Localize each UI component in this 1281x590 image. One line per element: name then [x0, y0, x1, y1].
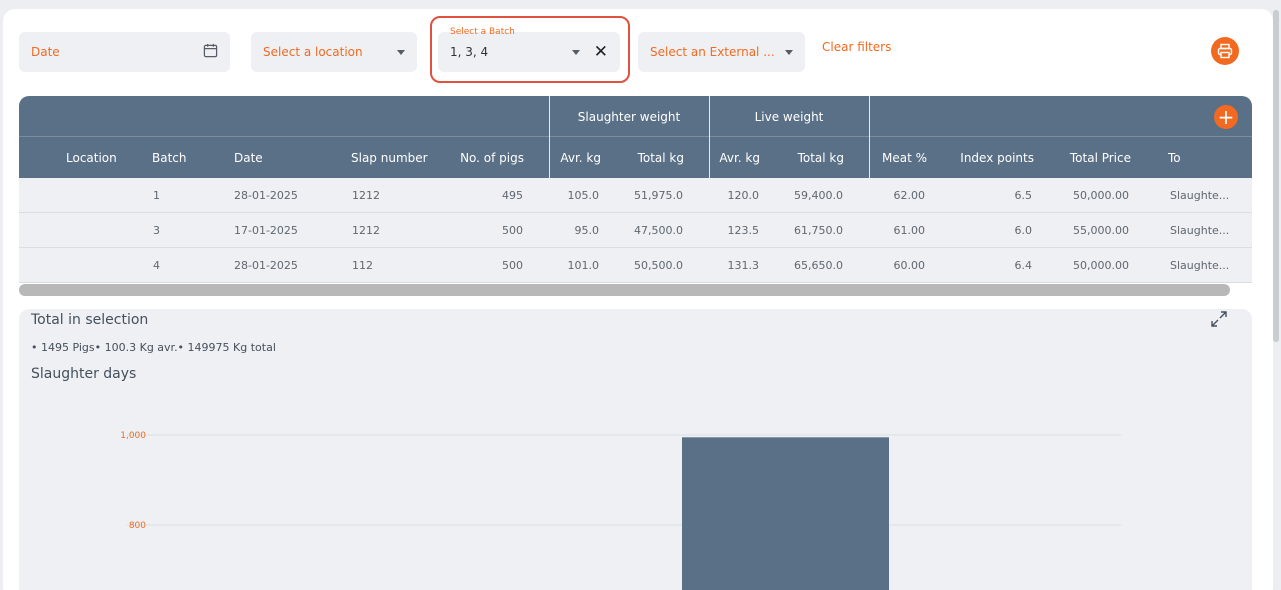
cell-live-avr: 131.3 — [727, 258, 760, 272]
cell-batch: 4 — [153, 258, 160, 272]
location-select[interactable]: Select a location — [251, 32, 417, 72]
chart-bar[interactable] — [682, 437, 889, 590]
cell-batch: 3 — [153, 223, 160, 237]
external-select-label: Select an External ... — [650, 45, 775, 59]
cell-meat-pct: 62.00 — [893, 188, 926, 202]
col-to[interactable]: To — [1168, 137, 1181, 178]
batches-table: Slaughter weight Live weight + Location … — [19, 96, 1252, 286]
date-filter-label: Date — [31, 45, 60, 59]
plus-icon: + — [1217, 105, 1235, 129]
add-row-button[interactable]: + — [1214, 105, 1238, 129]
cell-slaughter-total: 47,500.0 — [634, 223, 683, 237]
cell-slap-number: 1212 — [352, 223, 380, 237]
col-meat-pct[interactable]: Meat % — [867, 137, 927, 178]
print-button[interactable] — [1211, 37, 1239, 65]
table-horizontal-scrollbar[interactable] — [19, 284, 1230, 296]
batch-select[interactable]: 1, 3, 4 ✕ — [438, 32, 620, 72]
chevron-down-icon[interactable] — [571, 49, 580, 55]
cell-slaughter-avr: 101.0 — [567, 258, 600, 272]
col-location[interactable]: Location — [66, 137, 117, 178]
group-live-weight: Live weight — [754, 109, 824, 124]
col-no-of-pigs[interactable]: No. of pigs — [424, 137, 524, 178]
cell-batch: 1 — [153, 188, 160, 202]
close-icon[interactable]: ✕ — [594, 43, 608, 61]
cell-date: 28-01-2025 — [234, 258, 298, 272]
table-row[interactable]: 4 28-01-2025 112 500 101.0 50,500.0 131.… — [19, 248, 1252, 283]
cell-date: 17-01-2025 — [234, 223, 298, 237]
cell-live-total: 59,400.0 — [794, 188, 843, 202]
col-live-avr-kg[interactable]: Avr. kg — [700, 137, 760, 178]
cell-slap-number: 1212 — [352, 188, 380, 202]
table-header: Slaughter weight Live weight + Location … — [19, 96, 1252, 178]
group-slaughter-weight: Slaughter weight — [577, 109, 681, 124]
col-batch[interactable]: Batch — [152, 137, 187, 178]
chevron-down-icon — [785, 49, 793, 55]
cell-to: Slaughte... — [1170, 258, 1230, 272]
cell-slaughter-total: 50,500.0 — [634, 258, 683, 272]
col-slaughter-avr-kg[interactable]: Avr. kg — [541, 137, 601, 178]
cell-to: Slaughte... — [1170, 188, 1230, 202]
cell-index-points: 6.5 — [1014, 188, 1033, 202]
clear-filters-link[interactable]: Clear filters — [822, 40, 891, 54]
cell-no-of-pigs: 500 — [502, 258, 523, 272]
y-tick-label: 1,000 — [120, 431, 146, 441]
cell-slap-number: 112 — [352, 258, 373, 272]
slaughter-days-chart: 1,000 800 — [120, 431, 1121, 590]
cell-to: Slaughte... — [1170, 223, 1230, 237]
cell-live-avr: 120.0 — [727, 188, 760, 202]
cell-total-price: 50,000.00 — [1073, 258, 1129, 272]
col-slaughter-total-kg[interactable]: Total kg — [604, 137, 684, 178]
cell-live-total: 65,650.0 — [794, 258, 843, 272]
cell-date: 28-01-2025 — [234, 188, 298, 202]
col-index-points[interactable]: Index points — [934, 137, 1034, 178]
cell-slaughter-avr: 95.0 — [574, 223, 600, 237]
cell-no-of-pigs: 500 — [502, 223, 523, 237]
table-row[interactable]: 3 17-01-2025 1212 500 95.0 47,500.0 123.… — [19, 213, 1252, 248]
y-tick-label: 800 — [129, 521, 146, 531]
cell-no-of-pigs: 495 — [502, 188, 523, 202]
cell-slaughter-total: 51,975.0 — [634, 188, 683, 202]
date-filter[interactable]: Date — [19, 32, 230, 72]
cell-slaughter-avr: 105.0 — [567, 188, 600, 202]
page-scrollbar[interactable] — [1273, 10, 1279, 342]
batch-select-label: Select a Batch — [450, 27, 515, 37]
printer-icon — [1217, 43, 1233, 59]
col-live-total-kg[interactable]: Total kg — [764, 137, 844, 178]
location-select-label: Select a location — [263, 45, 363, 59]
cell-live-avr: 123.5 — [727, 223, 760, 237]
chevron-down-icon — [397, 49, 405, 55]
cell-meat-pct: 60.00 — [893, 258, 926, 272]
col-date[interactable]: Date — [234, 137, 263, 178]
batch-select-value: 1, 3, 4 — [450, 45, 489, 59]
summary-panel: Total in selection • 1495 Pigs• 100.3 Kg… — [19, 309, 1252, 590]
cell-index-points: 6.0 — [1014, 223, 1033, 237]
external-select[interactable]: Select an External ... — [638, 32, 805, 72]
col-total-price[interactable]: Total Price — [1031, 137, 1131, 178]
cell-live-total: 61,750.0 — [794, 223, 843, 237]
table-row[interactable]: 1 28-01-2025 1212 495 105.0 51,975.0 120… — [19, 178, 1252, 213]
cell-total-price: 55,000.00 — [1073, 223, 1129, 237]
col-slap-number[interactable]: Slap number — [351, 137, 428, 178]
cell-meat-pct: 61.00 — [893, 223, 926, 237]
cell-total-price: 50,000.00 — [1073, 188, 1129, 202]
calendar-icon[interactable] — [203, 43, 218, 61]
cell-index-points: 6.4 — [1014, 258, 1033, 272]
